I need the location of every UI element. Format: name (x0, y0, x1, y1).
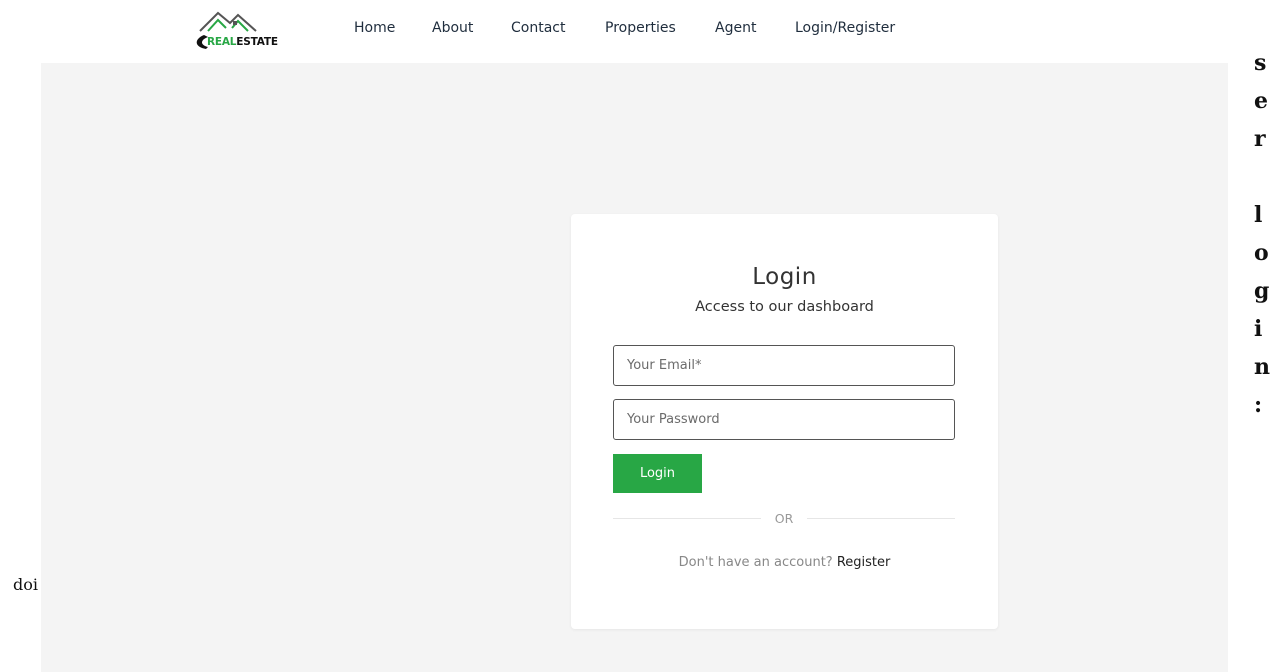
login-subtitle: Access to our dashboard (695, 299, 874, 315)
signup-prompt-text: Don't have an account? (678, 555, 833, 570)
stray-char: e (1254, 88, 1268, 114)
login-button[interactable]: Login (613, 454, 702, 493)
stray-char: r (1254, 126, 1266, 152)
stray-char: g (1254, 278, 1270, 304)
divider-line-left (613, 518, 761, 519)
nav-about[interactable]: About (432, 20, 473, 36)
nav-properties[interactable]: Properties (605, 20, 676, 36)
register-link[interactable]: Register (837, 555, 891, 570)
nav-login-register[interactable]: Login/Register (795, 20, 895, 36)
nav-contact[interactable]: Contact (511, 20, 565, 36)
stray-char: l (1254, 202, 1263, 228)
login-title: Login (752, 264, 817, 290)
login-card: Login Access to our dashboard Login OR D… (571, 214, 998, 629)
logo-wordmark: REALESTATE (207, 36, 278, 48)
email-field[interactable] (613, 345, 955, 386)
password-field[interactable] (613, 399, 955, 440)
nav-home[interactable]: Home (354, 20, 395, 36)
realestate-logo[interactable]: REALESTATE (188, 9, 292, 53)
stray-char: i (1254, 316, 1263, 342)
stray-char: o (1254, 240, 1269, 266)
stray-left-text: doi (13, 575, 38, 594)
site-header: REALESTATE Home About Contact Properties… (0, 0, 1273, 62)
stray-char: n (1254, 354, 1270, 380)
divider-line-right (807, 518, 955, 519)
stray-char: s (1254, 50, 1267, 76)
divider-or: OR (774, 511, 794, 526)
stray-char: : (1254, 392, 1263, 418)
signup-prompt: Don't have an account? Register (571, 555, 998, 570)
nav-agent[interactable]: Agent (715, 20, 756, 36)
